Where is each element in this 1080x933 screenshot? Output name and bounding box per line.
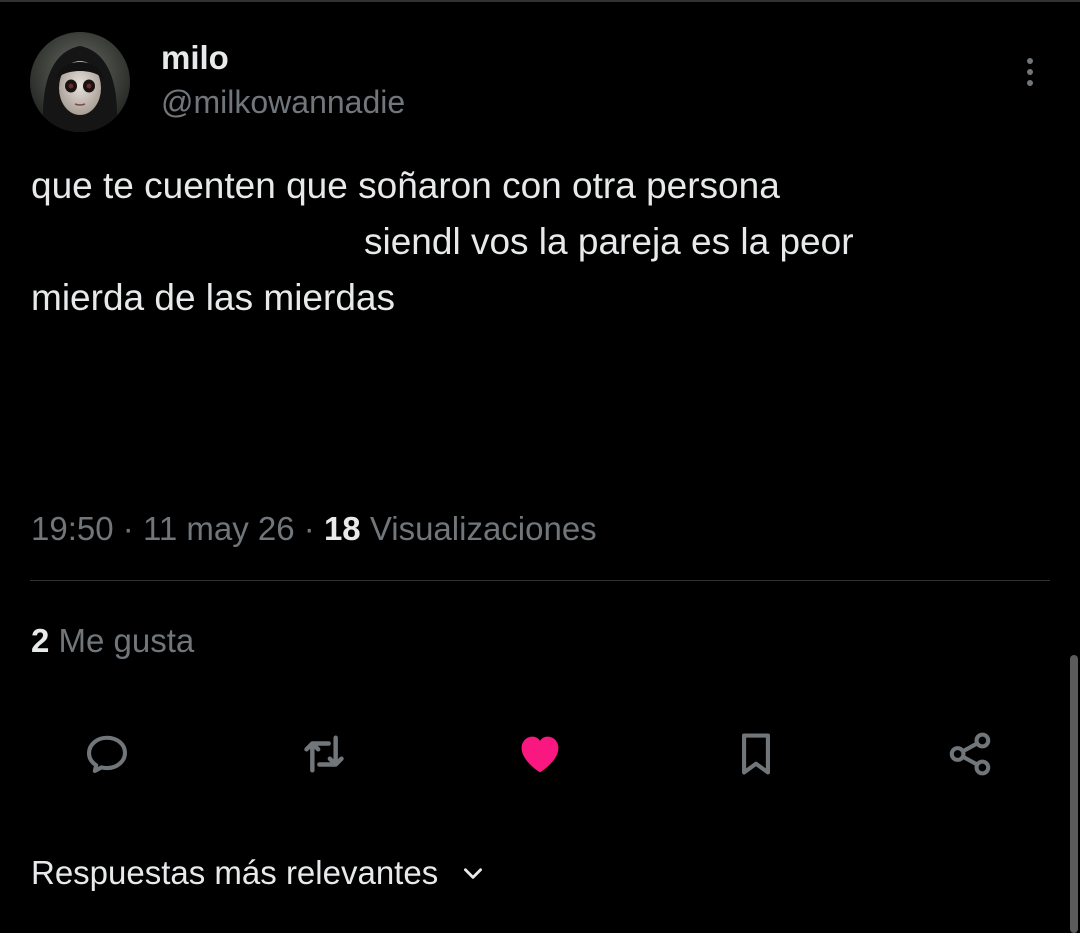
replies-sort-label: Respuestas más relevantes (31, 854, 439, 891)
chevron-down-icon (460, 860, 486, 886)
views-count: 18 (323, 510, 361, 547)
tweet-text-line: que te cuenten que soñaron con otra pers… (31, 165, 780, 206)
reply-icon (86, 735, 128, 773)
likes-count: 2 (31, 622, 50, 659)
more-dot (1027, 58, 1033, 64)
tweet-text-line: mierda de las mierdas (31, 277, 395, 318)
likes-label: Me gusta (58, 622, 195, 659)
retweet-icon (304, 735, 344, 773)
tweet-text-line: siendl vos la pareja es la peor (364, 221, 854, 262)
top-divider (0, 0, 1080, 2)
meta-separator: · (303, 510, 315, 547)
bookmark-icon (742, 733, 770, 775)
heart-icon (521, 736, 559, 773)
replies-sort-selector[interactable]: Respuestas más relevantes (31, 850, 486, 896)
bookmark-button[interactable] (728, 726, 784, 782)
tweet-text: que te cuenten que soñaron con otra pers… (31, 158, 1031, 326)
views-label: Visualizaciones (369, 510, 597, 547)
more-dot (1027, 69, 1033, 75)
avatar-image (30, 32, 130, 132)
reply-button[interactable] (79, 726, 135, 782)
avatar[interactable] (30, 32, 130, 132)
likes-stat[interactable]: 2 Me gusta (31, 618, 194, 664)
tweet-date[interactable]: 11 may 26 (143, 510, 295, 547)
more-options-icon[interactable] (1014, 52, 1046, 92)
tweet-time[interactable]: 19:50 (31, 510, 114, 547)
share-button[interactable] (942, 726, 998, 782)
retweet-button[interactable] (296, 726, 352, 782)
share-icon (949, 732, 991, 776)
tweet-meta: 19:50 · 11 may 26 · 18 Visualizaciones (31, 506, 597, 552)
more-dot (1027, 80, 1033, 86)
author-handle[interactable]: @milkowannadie (161, 82, 405, 122)
meta-separator: · (122, 510, 134, 547)
like-button[interactable] (512, 726, 568, 782)
stats-divider (30, 580, 1050, 581)
author-display-name[interactable]: milo (161, 38, 229, 78)
scrollbar[interactable] (1070, 655, 1078, 933)
